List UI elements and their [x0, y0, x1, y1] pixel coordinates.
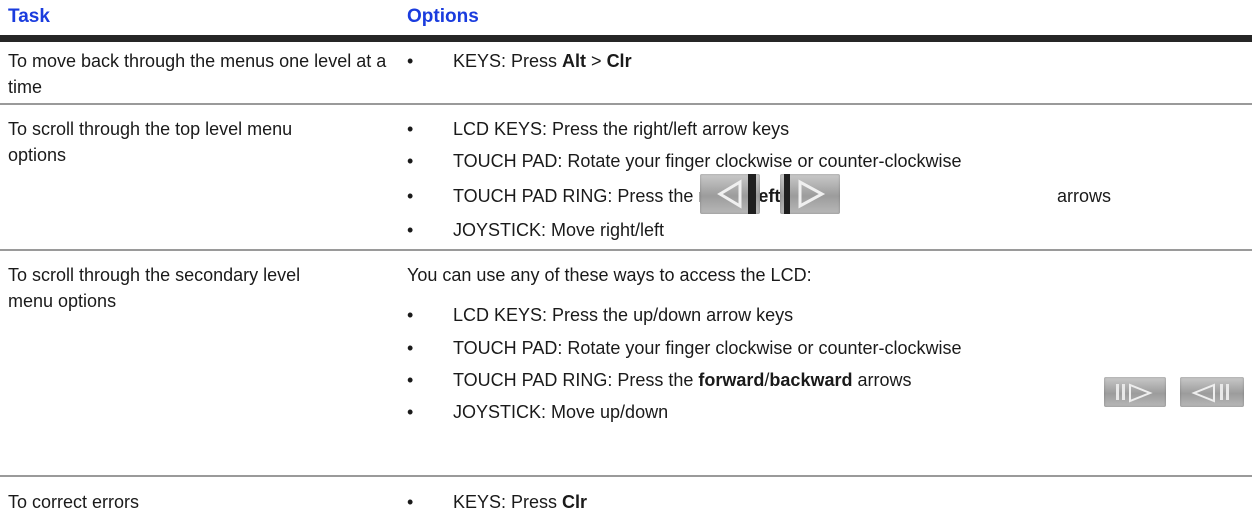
- option-text: arrows: [1057, 186, 1112, 206]
- option-text: KEYS: Press Alt > Clr: [453, 51, 632, 71]
- bullet: •: [407, 51, 414, 71]
- header-rule: [0, 35, 1252, 42]
- bullet: •: [407, 151, 414, 171]
- bullet: •: [407, 119, 414, 139]
- right-arrow-key-icon: [780, 174, 840, 214]
- task-cell: To correct errors: [8, 492, 140, 512]
- header-options: Options: [407, 6, 479, 27]
- bullet: •: [407, 402, 414, 422]
- option-text: JOYSTICK: Move right/left: [453, 220, 665, 240]
- forward-key-icon: [1104, 377, 1166, 407]
- option-text: LCD KEYS: Press the up/down arrow keys: [453, 305, 794, 325]
- backward-key-icon: [1180, 377, 1244, 407]
- bullet: •: [407, 338, 414, 358]
- option-text: LCD KEYS: Press the right/left arrow key…: [453, 119, 790, 139]
- option-text: JOYSTICK: Move up/down: [453, 402, 669, 422]
- bullet: •: [407, 186, 414, 206]
- option-text: TOUCH PAD RING: Press the forward/backwa…: [453, 370, 912, 390]
- bullet: •: [407, 370, 414, 390]
- option-text: TOUCH PAD: Rotate your finger clockwise …: [453, 151, 962, 171]
- table-header: Task Options: [0, 4, 1252, 38]
- option-text: TOUCH PAD: Rotate your finger clockwise …: [453, 338, 962, 358]
- header-task: Task: [8, 6, 50, 27]
- option-text: KEYS: Press Clr: [453, 492, 588, 512]
- row-divider: [0, 249, 1252, 251]
- bullet: •: [407, 305, 414, 325]
- row-divider: [0, 103, 1252, 105]
- row-divider: [0, 475, 1252, 477]
- option-intro: You can use any of these ways to access …: [407, 265, 812, 285]
- task-cell: To move back through the menus one level…: [8, 51, 387, 97]
- left-arrow-key-icon: [700, 174, 760, 214]
- task-cell: To scroll through the secondary level me…: [8, 265, 301, 311]
- bullet: •: [407, 220, 414, 240]
- options-table: Task Options To move back through the me…: [0, 0, 1252, 525]
- task-cell: To scroll through the top level menu opt…: [8, 119, 293, 165]
- bullet: •: [407, 492, 414, 512]
